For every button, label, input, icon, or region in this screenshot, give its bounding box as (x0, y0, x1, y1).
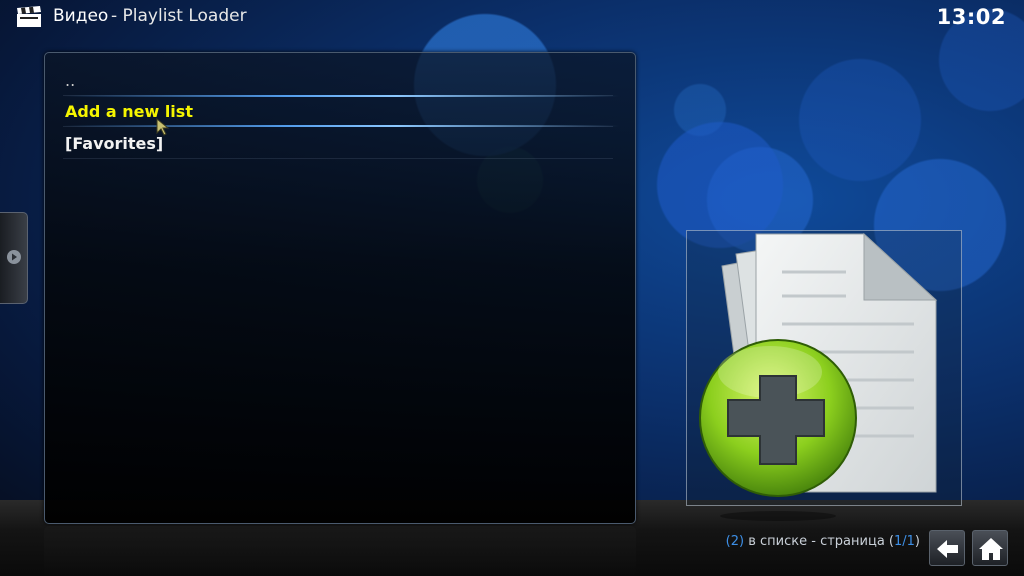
header-bar: Видео - Playlist Loader 13:02 (0, 0, 1024, 36)
section-title: Видео (53, 6, 109, 26)
addon-title: - Playlist Loader (111, 6, 247, 26)
list-item-label: Add a new list (65, 102, 193, 121)
clock: 13:02 (936, 5, 1006, 29)
side-menu-tab[interactable] (0, 212, 28, 304)
back-button[interactable] (929, 530, 965, 566)
list-item-parent[interactable]: .. (63, 65, 613, 96)
status-close-text: ) (914, 534, 920, 549)
side-menu-arrow-icon (7, 250, 21, 264)
list-item-label: .. (65, 71, 76, 90)
list-item-label: [Favorites] (65, 134, 164, 153)
item-count: 2 (730, 534, 740, 549)
file-list-panel: .. Add a new list [Favorites] (44, 52, 636, 524)
clapperboard-icon (17, 6, 41, 27)
home-button[interactable] (972, 530, 1008, 566)
list-item-favorites[interactable]: [Favorites] (63, 128, 613, 159)
panel-reflection (44, 526, 636, 576)
list-item-add-new-list[interactable]: Add a new list (63, 95, 619, 127)
status-in-list-text: в списке - страница ( (744, 534, 894, 549)
back-arrow-icon (937, 540, 958, 558)
add-document-icon (699, 232, 938, 521)
home-icon (979, 538, 1003, 560)
page-indicator: 1/1 (894, 534, 915, 549)
status-text: (2) в списке - страница (1/1) (600, 534, 920, 549)
mouse-cursor-icon (156, 118, 170, 136)
